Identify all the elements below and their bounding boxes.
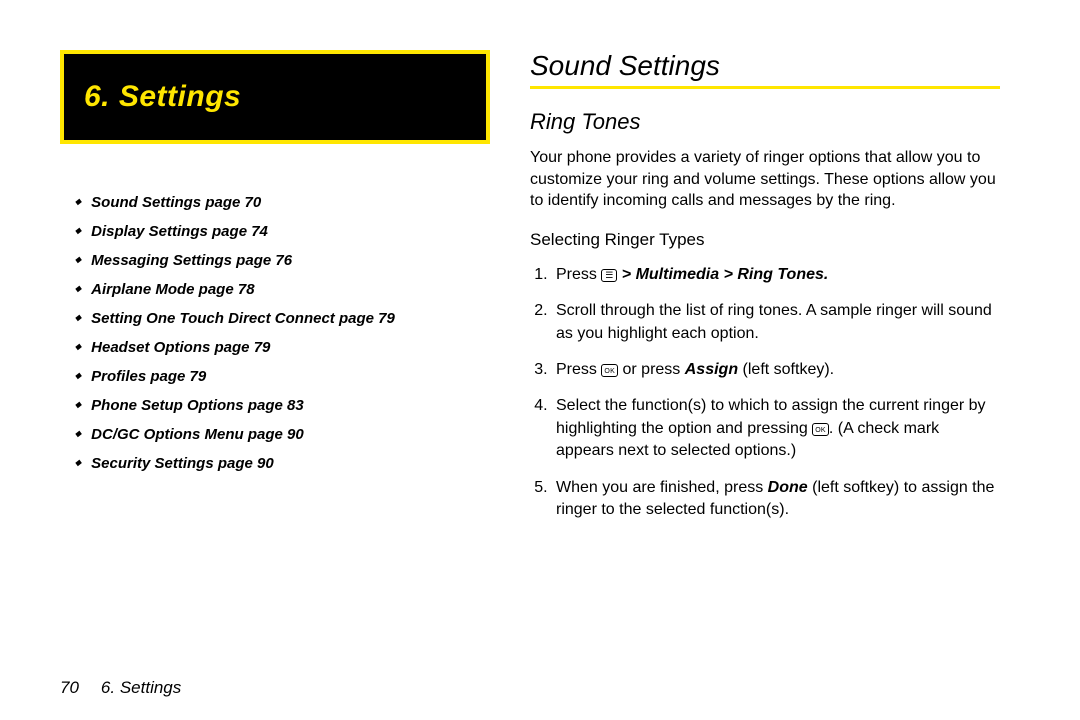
procedure-heading: Selecting Ringer Types [530,230,1000,250]
toc-label: Headset Options page 79 [91,339,270,356]
toc-item: ◆ DC/GC Options Menu page 90 [75,426,490,443]
toc-label: Phone Setup Options page 83 [91,397,304,414]
diamond-icon: ◆ [75,400,81,409]
chapter-heading-box: 6. Settings [60,50,490,144]
step: When you are finished, press Done (left … [552,477,1000,522]
toc-label: DC/GC Options Menu page 90 [91,426,304,443]
footer-label: 6. Settings [101,678,181,697]
toc-label: Setting One Touch Direct Connect page 79 [91,310,395,327]
toc-item: ◆ Messaging Settings page 76 [75,252,490,269]
chapter-heading: 6. Settings [84,80,241,113]
toc-item: ◆ Headset Options page 79 [75,339,490,356]
toc-item: ◆ Sound Settings page 70 [75,194,490,211]
diamond-icon: ◆ [75,342,81,351]
diamond-icon: ◆ [75,197,81,206]
toc-item: ◆ Profiles page 79 [75,368,490,385]
diamond-icon: ◆ [75,255,81,264]
step-text: Assign [685,361,738,378]
toc-label: Messaging Settings page 76 [91,252,292,269]
step: Scroll through the list of ring tones. A… [552,300,1000,345]
toc-item: ◆ Airplane Mode page 78 [75,281,490,298]
step: Select the function(s) to which to assig… [552,395,1000,462]
ok-key-icon [601,364,618,377]
toc-label: Profiles page 79 [91,368,206,385]
diamond-icon: ◆ [75,429,81,438]
step-text: Press [556,266,601,283]
step: Press or press Assign (left softkey). [552,359,1000,381]
section-heading: Sound Settings [530,50,1000,82]
toc-item: ◆ Phone Setup Options page 83 [75,397,490,414]
heading-rule [530,86,1000,89]
toc-item: ◆ Setting One Touch Direct Connect page 7… [75,310,490,327]
toc-label: Airplane Mode page 78 [91,281,254,298]
diamond-icon: ◆ [75,371,81,380]
diamond-icon: ◆ [75,284,81,293]
toc-label: Display Settings page 74 [91,223,268,240]
toc-label: Sound Settings page 70 [91,194,261,211]
subsection-heading: Ring Tones [530,109,1000,135]
step-text: (left softkey). [738,361,834,378]
step-text: or press [618,361,685,378]
step: Press > Multimedia > Ring Tones. [552,264,1000,286]
step-text: Scroll through the list of ring tones. A… [556,302,992,341]
toc-label: Security Settings page 90 [91,455,274,472]
procedure-steps: Press > Multimedia > Ring Tones. Scroll … [530,264,1000,522]
diamond-icon: ◆ [75,458,81,467]
step-text: When you are finished, press [556,479,768,496]
toc-item: ◆ Display Settings page 74 [75,223,490,240]
diamond-icon: ◆ [75,226,81,235]
menu-key-icon [601,269,617,282]
page-number: 70 [60,678,79,697]
table-of-contents: ◆ Sound Settings page 70 ◆ Display Setting… [60,194,490,472]
toc-item: ◆ Security Settings page 90 [75,455,490,472]
step-text: Done [768,479,808,496]
intro-paragraph: Your phone provides a variety of ringer … [530,147,1000,212]
page-footer: 70 6. Settings [60,678,181,698]
diamond-icon: ◆ [75,313,81,322]
ok-key-icon [812,423,829,436]
step-text: Press [556,361,601,378]
step-text: > Multimedia > Ring Tones. [617,266,828,283]
